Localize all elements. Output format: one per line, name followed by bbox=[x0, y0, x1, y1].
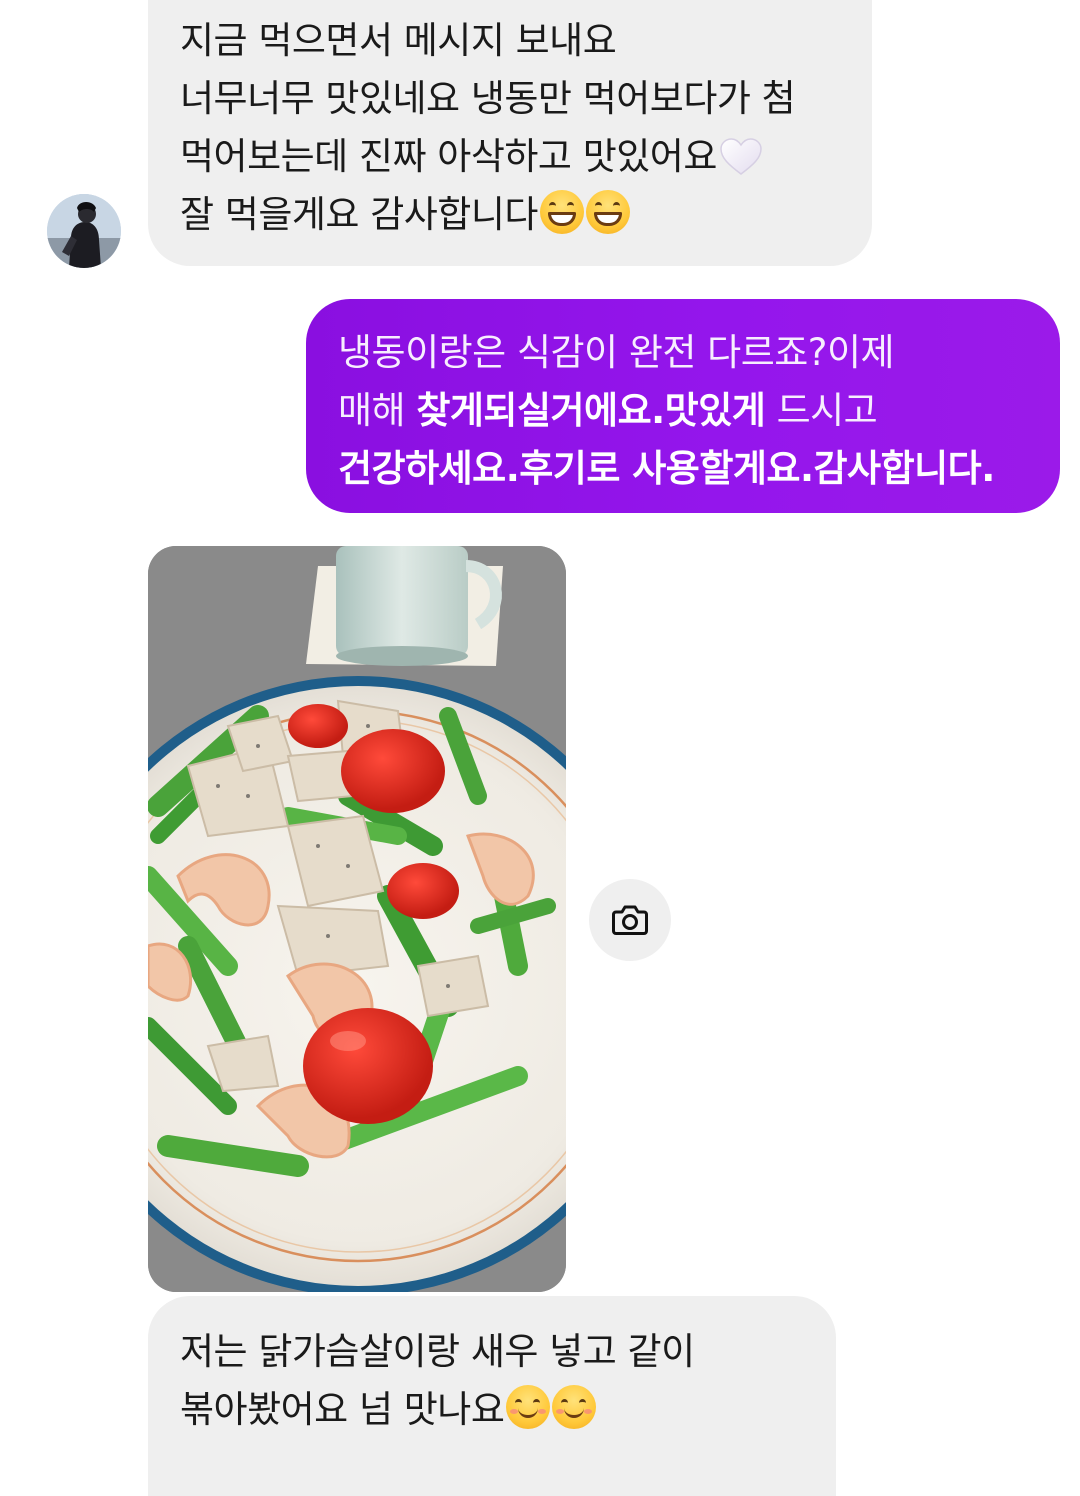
white-heart-emoji-icon bbox=[719, 136, 763, 176]
message-text-bold: 찾게되실거에요.맛있게 bbox=[416, 389, 766, 432]
grinning-face-emoji-icon bbox=[539, 190, 584, 234]
avatar-photo-icon bbox=[47, 194, 121, 268]
message-line: 냉동이랑은 식감이 완전 다르죠?이제 bbox=[338, 331, 895, 374]
message-line-with-emoji: 볶아봤어요 넘 맛나요 bbox=[180, 1381, 836, 1439]
message-line-with-heart: 먹어보는데 진짜 아삭하고 맛있어요 bbox=[180, 128, 872, 186]
received-message-bubble[interactable]: 저는 닭가슴살이랑 새우 넣고 같이 볶아봤어요 넘 맛나요 bbox=[148, 1296, 836, 1496]
sent-message-bubble[interactable]: 냉동이랑은 식감이 완전 다르죠?이제 매해 찾게되실거에요.맛있게 드시고 건… bbox=[306, 299, 1060, 513]
message-text: 잘 먹을게요 감사합니다 bbox=[180, 193, 538, 236]
chat-thread: 지금 먹으면서 메시지 보내요 너무너무 맛있네요 냉동만 먹어보다가 첨 먹어… bbox=[0, 0, 1080, 1496]
smiling-face-emoji-icon bbox=[552, 1385, 597, 1429]
message-line-with-emoji: 잘 먹을게요 감사합니다 bbox=[180, 186, 872, 244]
grinning-face-emoji-icon bbox=[585, 190, 630, 234]
food-photo-attachment[interactable] bbox=[148, 546, 566, 1292]
message-text: 볶아봤어요 넘 맛나요 bbox=[180, 1388, 505, 1431]
message-line-bold: 건강하세요.후기로 사용할게요.감사합니다. bbox=[338, 447, 995, 490]
message-text: 먹어보는데 진짜 아삭하고 맛있어요 bbox=[180, 135, 717, 178]
received-message-bubble[interactable]: 지금 먹으면서 메시지 보내요 너무너무 맛있네요 냉동만 먹어보다가 첨 먹어… bbox=[148, 0, 872, 266]
camera-icon bbox=[612, 905, 648, 935]
sender-avatar[interactable] bbox=[47, 194, 121, 268]
stir-fry-dish-photo bbox=[148, 546, 566, 1292]
camera-button[interactable] bbox=[589, 879, 671, 961]
message-text: 드시고 bbox=[765, 389, 878, 432]
message-text: 매해 bbox=[338, 389, 417, 432]
message-line: 지금 먹으면서 메시지 보내요 bbox=[180, 19, 617, 62]
message-line: 매해 찾게되실거에요.맛있게 드시고 bbox=[338, 382, 1060, 440]
message-line: 저는 닭가슴살이랑 새우 넣고 같이 bbox=[180, 1330, 695, 1373]
smiling-face-emoji-icon bbox=[506, 1385, 551, 1429]
message-line: 너무너무 맛있네요 냉동만 먹어보다가 첨 bbox=[180, 77, 796, 120]
